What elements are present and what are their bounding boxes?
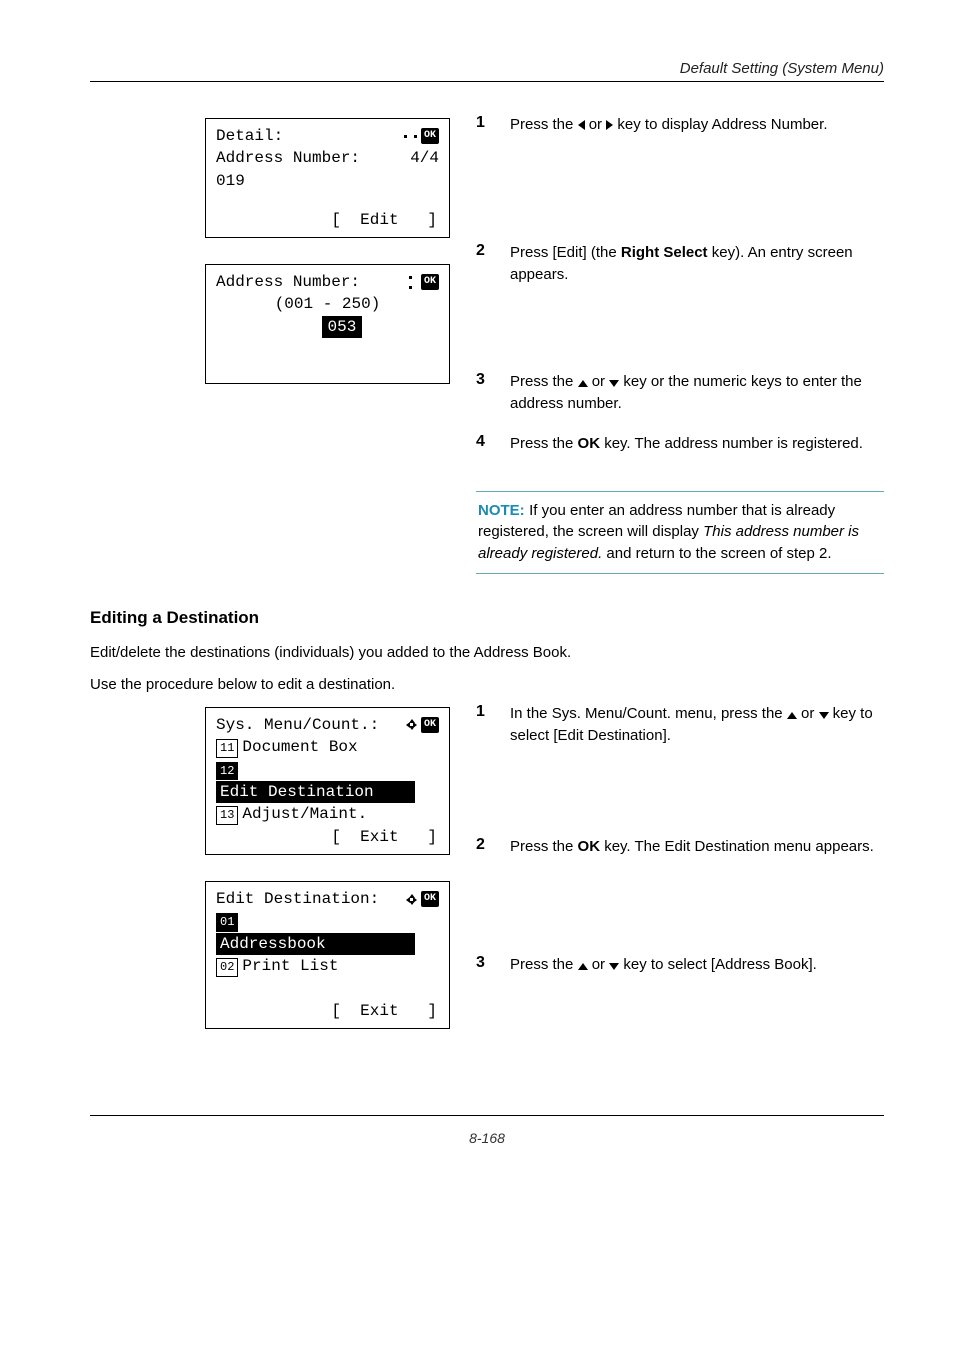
page-number: 8-168 [90,1130,884,1146]
step-text: Press the or key or the numeric keys to … [510,371,884,415]
section-para: Edit/delete the destinations (individual… [90,642,884,665]
nav-hint-diamond: OK [406,891,439,907]
lcd-title: Detail: [216,125,283,147]
menu-item-selected: 12Edit Destination [216,759,439,804]
lcd-entry-title: Address Number: [216,271,360,293]
triangle-left-icon [578,120,585,130]
ok-icon: OK [421,274,439,290]
softkey-edit: [ Edit ] [216,209,439,231]
nav-hint-diamond: OK [406,717,439,733]
section-heading: Editing a Destination [90,608,884,628]
step-text: Press the OK key. The address number is … [510,433,863,455]
step-number: 3 [476,371,494,415]
bottom-rule [90,1115,884,1116]
lcd-addr-label: Address Number: [216,147,360,169]
step-text: Press [Edit] (the Right Select key). An … [510,242,884,286]
triangle-down-icon [609,963,619,970]
triangle-up-icon [578,380,588,387]
lcd-title: Edit Destination: [216,888,379,910]
lcd-addr-value: 019 [216,170,439,192]
dpad-lr-icon [404,130,417,143]
dpad-diamond-icon [406,894,417,905]
dpad-ud-icon [404,276,417,289]
lcd-screen-detail: Detail: OK Address Number: 4/4 019 [ Edi… [205,118,450,238]
lcd-entry-value: 053 [322,316,363,338]
note-box: NOTE: If you enter an address number tha… [476,491,884,574]
menu-item: 11Document Box [216,736,439,758]
step-number: 2 [476,836,494,858]
lcd-screen-sysmenu: Sys. Menu/Count.: OK 11Document Box 12Ed… [205,707,450,855]
step-number: 4 [476,433,494,455]
triangle-right-icon [606,120,613,130]
lcd-title: Sys. Menu/Count.: [216,714,379,736]
dpad-diamond-icon [406,719,417,730]
triangle-down-icon [819,712,829,719]
softkey-exit: [ Exit ] [216,826,439,848]
step-text: Press the or key to display Address Numb… [510,114,828,136]
running-header: Default Setting (System Menu) [90,60,884,81]
lcd-page-indicator: 4/4 [410,147,439,169]
nav-hint-lr: OK [404,128,439,144]
step-text: In the Sys. Menu/Count. menu, press the … [510,703,884,747]
menu-item-selected: 01Addressbook [216,910,439,955]
lcd-entry-prefix [293,318,322,336]
ok-icon: OK [421,717,439,733]
section-para: Use the procedure below to edit a destin… [90,674,884,697]
nav-hint-ud: OK [404,274,439,290]
note-label: NOTE: [478,502,525,519]
step-text: Press the or key to select [Address Book… [510,954,817,976]
lcd-screen-addr-entry: Address Number: OK (001 - 250) 053 [205,264,450,384]
step-number: 1 [476,703,494,747]
softkey-exit: [ Exit ] [216,1000,439,1022]
step-number: 1 [476,114,494,136]
note-text: If you enter an address number that is a… [478,502,859,563]
triangle-up-icon [787,712,797,719]
menu-item: 02Print List [216,955,439,977]
lcd-screen-editdest: Edit Destination: OK 01Addressbook 02Pri… [205,881,450,1029]
triangle-down-icon [609,380,619,387]
triangle-up-icon [578,963,588,970]
step-number: 2 [476,242,494,286]
lcd-entry-range: (001 - 250) [216,293,439,315]
ok-icon: OK [421,891,439,907]
step-number: 3 [476,954,494,976]
step-text: Press the OK key. The Edit Destination m… [510,836,874,858]
top-rule [90,81,884,82]
menu-item: 13Adjust/Maint. [216,803,439,825]
ok-icon: OK [421,128,439,144]
